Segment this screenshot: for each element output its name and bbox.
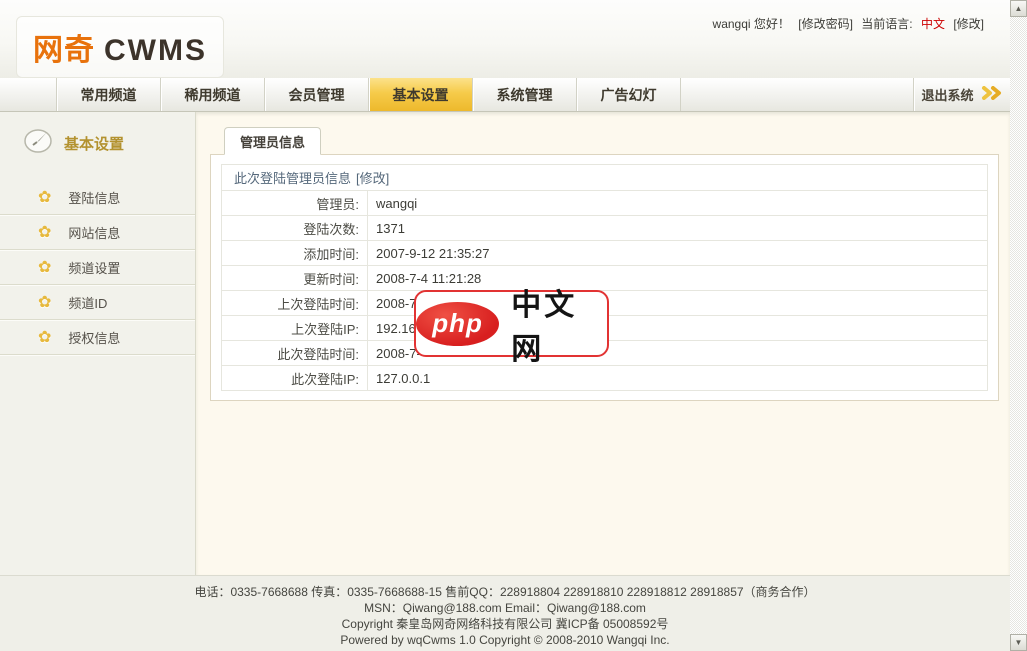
logo-en: CWMS <box>104 34 207 68</box>
row-label: 此次登陆IP: <box>222 366 368 390</box>
sidebar-title-label: 基本设置 <box>64 133 124 154</box>
change-password-link[interactable]: [修改密码] <box>798 17 853 31</box>
logo-cn: 网奇 <box>33 25 95 69</box>
app-window: 网奇 CWMS wangqi 您好！ [修改密码] 当前语言: 中文 [修改] … <box>0 0 1027 651</box>
page: 网奇 CWMS wangqi 您好！ [修改密码] 当前语言: 中文 [修改] … <box>0 0 1010 651</box>
flower-icon: ✿ <box>38 222 51 242</box>
logout-label: 退出系统 <box>921 85 973 104</box>
nav-fill <box>681 78 913 111</box>
language-change-link[interactable]: [修改] <box>953 17 984 31</box>
sidebar-item-label: 频道设置 <box>68 258 120 277</box>
tab-common-channels[interactable]: 常用频道 <box>57 78 161 111</box>
clock-icon <box>24 129 54 158</box>
table-row: 此次登陆IP: 127.0.0.1 <box>222 365 987 390</box>
user-greeting: wangqi 您好！ <box>713 17 790 31</box>
tab-rare-channels[interactable]: 稀用频道 <box>161 78 265 111</box>
sidebar-item-login-info[interactable]: ✿ 登陆信息 <box>0 180 195 215</box>
tab-system-management[interactable]: 系统管理 <box>473 78 577 111</box>
main-content: 管理员信息 此次登陆管理员信息 [修改] 管理员: wangqi 登陆次数: <box>196 112 1010 575</box>
row-label: 此次登陆时间: <box>222 341 368 365</box>
sidebar-item-site-info[interactable]: ✿ 网站信息 <box>0 215 195 250</box>
footer-line-copyright: Copyright 秦皇岛网奇网络科技有限公司 冀ICP备 05008592号 <box>0 616 1010 632</box>
language-label: 当前语言: <box>861 17 912 31</box>
scroll-up-button[interactable]: ▲ <box>1010 0 1027 17</box>
logo: 网奇 CWMS <box>16 16 224 78</box>
row-value: 127.0.0.1 <box>368 366 987 390</box>
sidebar-title: 基本设置 <box>0 112 195 168</box>
php-cn-text: 中文网 <box>511 280 607 368</box>
main-nav: 常用频道 稀用频道 会员管理 基本设置 系统管理 广告幻灯 退出系统 <box>0 78 1010 112</box>
footer-line-msn-email: MSN：Qiwang@188.com Email：Qiwang@188.com <box>0 600 1010 616</box>
table-header-label: 此次登陆管理员信息 <box>234 168 351 187</box>
nav-spacer <box>0 78 57 111</box>
sidebar-item-license-info[interactable]: ✿ 授权信息 <box>0 320 195 355</box>
vertical-scrollbar[interactable]: ▲ ▼ <box>1010 0 1027 651</box>
row-label: 添加时间: <box>222 241 368 265</box>
sidebar-item-label: 网站信息 <box>68 223 120 242</box>
table-header-edit-link[interactable]: [修改] <box>356 168 389 187</box>
scrollbar-track[interactable] <box>1010 17 1027 634</box>
language-value: 中文 <box>921 17 945 31</box>
sidebar: 基本设置 ✿ 登陆信息 ✿ 网站信息 ✿ 频道设置 <box>0 112 196 575</box>
row-label: 登陆次数: <box>222 216 368 240</box>
flower-icon: ✿ <box>38 187 51 207</box>
row-label: 上次登陆IP: <box>222 316 368 340</box>
sidebar-item-label: 授权信息 <box>68 328 120 347</box>
footer-line-powered-by: Powered by wqCwms 1.0 Copyright © 2008-2… <box>0 632 1010 648</box>
flower-icon: ✿ <box>38 292 51 312</box>
scroll-down-button[interactable]: ▼ <box>1010 634 1027 651</box>
user-bar: wangqi 您好！ [修改密码] 当前语言: 中文 [修改] <box>708 15 984 32</box>
row-label: 管理员: <box>222 191 368 215</box>
footer: 电话：0335-7668688 传真：0335-7668688-15 售前QQ：… <box>0 575 1010 651</box>
tab-member-management[interactable]: 会员管理 <box>265 78 369 111</box>
row-value: 2008-7-4 11:21:28 <box>368 266 987 290</box>
php-logo-badge: php <box>416 302 499 346</box>
body-row: 基本设置 ✿ 登陆信息 ✿ 网站信息 ✿ 频道设置 <box>0 112 1010 575</box>
logout-button[interactable]: 退出系统 <box>913 78 1010 111</box>
row-value: 2007-9-12 21:35:27 <box>368 241 987 265</box>
row-value: 1371 <box>368 216 987 240</box>
row-value: wangqi <box>368 191 987 215</box>
sidebar-item-label: 登陆信息 <box>68 188 120 207</box>
sidebar-item-label: 频道ID <box>68 293 107 312</box>
php-cn-watermark: php 中文网 <box>414 290 609 357</box>
flower-icon: ✿ <box>38 327 51 347</box>
tab-basic-settings[interactable]: 基本设置 <box>369 78 473 111</box>
row-label: 更新时间: <box>222 266 368 290</box>
tab-ad-slides[interactable]: 广告幻灯 <box>577 78 681 111</box>
sidebar-item-channel-id[interactable]: ✿ 频道ID <box>0 285 195 320</box>
header: 网奇 CWMS wangqi 您好！ [修改密码] 当前语言: 中文 [修改] <box>0 0 1010 78</box>
table-row: 登陆次数: 1371 <box>222 215 987 240</box>
tab-admin-info[interactable]: 管理员信息 <box>224 127 321 155</box>
sidebar-item-channel-settings[interactable]: ✿ 频道设置 <box>0 250 195 285</box>
double-chevron-icon <box>981 86 1003 103</box>
sidebar-menu: ✿ 登陆信息 ✿ 网站信息 ✿ 频道设置 ✿ 频道ID <box>0 180 195 355</box>
row-label: 上次登陆时间: <box>222 291 368 315</box>
footer-line-contact: 电话：0335-7668688 传真：0335-7668688-15 售前QQ：… <box>0 584 1010 600</box>
table-row: 管理员: wangqi <box>222 190 987 215</box>
table-row: 添加时间: 2007-9-12 21:35:27 <box>222 240 987 265</box>
table-header-row: 此次登陆管理员信息 [修改] <box>222 165 987 190</box>
flower-icon: ✿ <box>38 257 51 277</box>
